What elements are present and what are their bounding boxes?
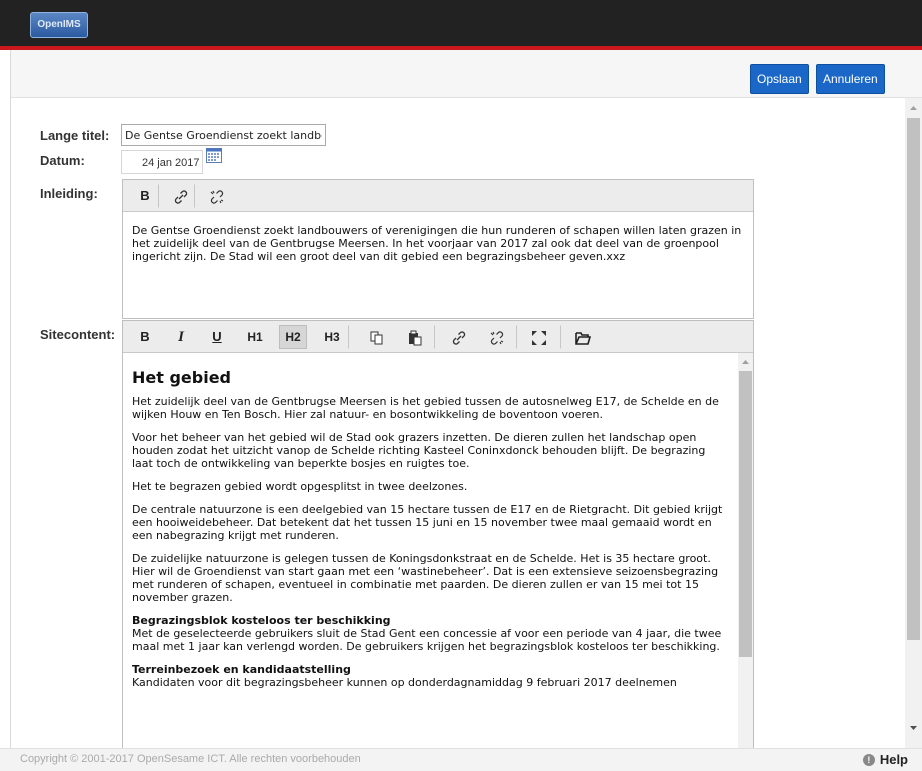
content-heading: Het gebied [132, 368, 232, 387]
content-paragraph: De zuidelijke natuurzone is gelegen tuss… [132, 552, 719, 604]
h2-button[interactable]: H2 [279, 325, 307, 349]
intro-link-button[interactable] [167, 184, 195, 208]
page-scroll-down-icon[interactable] [905, 722, 922, 734]
paste-button[interactable] [401, 325, 435, 349]
content-paragraph: Met de geselecteerde gebruikers sluit de… [132, 627, 722, 653]
scroll-up-arrow-icon[interactable] [738, 356, 753, 368]
open-folder-button[interactable] [569, 325, 597, 349]
long-title-input[interactable] [121, 124, 326, 146]
underline-button[interactable]: U [203, 325, 231, 349]
sitecontent-toolbar: B I U H1 H2 H3 [123, 321, 753, 353]
help-icon: ! [862, 754, 875, 766]
sitecontent-scroll-thumb[interactable] [739, 371, 752, 657]
folder-open-icon [575, 332, 591, 345]
content-paragraph: De centrale natuurzone is een deelgebied… [132, 503, 723, 542]
unlink-button[interactable] [483, 325, 517, 349]
save-button[interactable]: Opslaan [750, 64, 809, 94]
date-field[interactable]: 24 jan 2017 [121, 150, 203, 174]
fullscreen-button[interactable] [525, 325, 561, 349]
footer: Copyright © 2001-2017 OpenSesame ICT. Al… [0, 748, 922, 771]
content-subheading: Begrazingsblok kosteloos ter beschikking [132, 614, 391, 627]
link-button[interactable] [445, 325, 473, 349]
intro-unlink-button[interactable] [203, 184, 231, 208]
fullscreen-icon [532, 331, 546, 345]
h3-button[interactable]: H3 [315, 325, 349, 349]
openims-logo[interactable]: OpenIMS [30, 12, 88, 38]
help-link[interactable]: ! Help [862, 752, 908, 767]
content-subheading: Terreinbezoek en kandidaatstelling [132, 663, 351, 676]
page-scrollbar[interactable] [905, 98, 922, 748]
link-icon [452, 331, 466, 345]
date-label: Datum: [40, 153, 85, 168]
intro-bold-button[interactable]: B [131, 184, 159, 208]
copyright-text: Copyright © 2001-2017 OpenSesame ICT. Al… [20, 753, 361, 765]
left-border [10, 50, 11, 750]
long-title-label: Lange titel: [40, 128, 110, 143]
top-bar: OpenIMS [0, 0, 922, 50]
copy-button[interactable] [363, 325, 391, 349]
content-paragraph: Het te begrazen gebied wordt opgesplitst… [132, 480, 468, 493]
sitecontent-scrollbar[interactable] [738, 353, 753, 749]
intro-toolbar: B [123, 180, 753, 212]
intro-label: Inleiding: [40, 186, 98, 201]
copy-icon [370, 331, 383, 345]
page-scroll-thumb[interactable] [907, 118, 920, 640]
content-paragraph: Kandidaten voor dit begrazingsbeheer kun… [132, 676, 677, 689]
sitecontent-label: Sitecontent: [40, 327, 116, 342]
unlink-icon [210, 190, 224, 204]
intro-editor: B De Gentse Groendienst zoekt landbouwer… [122, 179, 754, 319]
sitecontent-body[interactable]: Het gebied Het zuidelijk deel van de Gen… [123, 353, 738, 749]
paste-icon [409, 330, 422, 346]
help-label: Help [879, 752, 908, 767]
unlink-icon [490, 331, 504, 345]
cancel-button[interactable]: Annuleren [816, 64, 885, 94]
h1-button[interactable]: H1 [241, 325, 269, 349]
sitecontent-editor: B I U H1 H2 H3 Het gebied Het zuidelijk … [122, 320, 754, 750]
italic-button[interactable]: I [167, 325, 195, 349]
page-scroll-up-icon[interactable] [905, 102, 922, 114]
content-paragraph: Het zuidelijk deel van de Gentbrugse Mee… [132, 395, 719, 421]
calendar-icon[interactable] [206, 148, 222, 163]
bold-button[interactable]: B [131, 325, 159, 349]
link-icon [174, 190, 188, 204]
intro-text[interactable]: De Gentse Groendienst zoekt landbouwers … [132, 224, 744, 263]
content-paragraph: Voor het beheer van het gebied wil de St… [132, 431, 706, 470]
